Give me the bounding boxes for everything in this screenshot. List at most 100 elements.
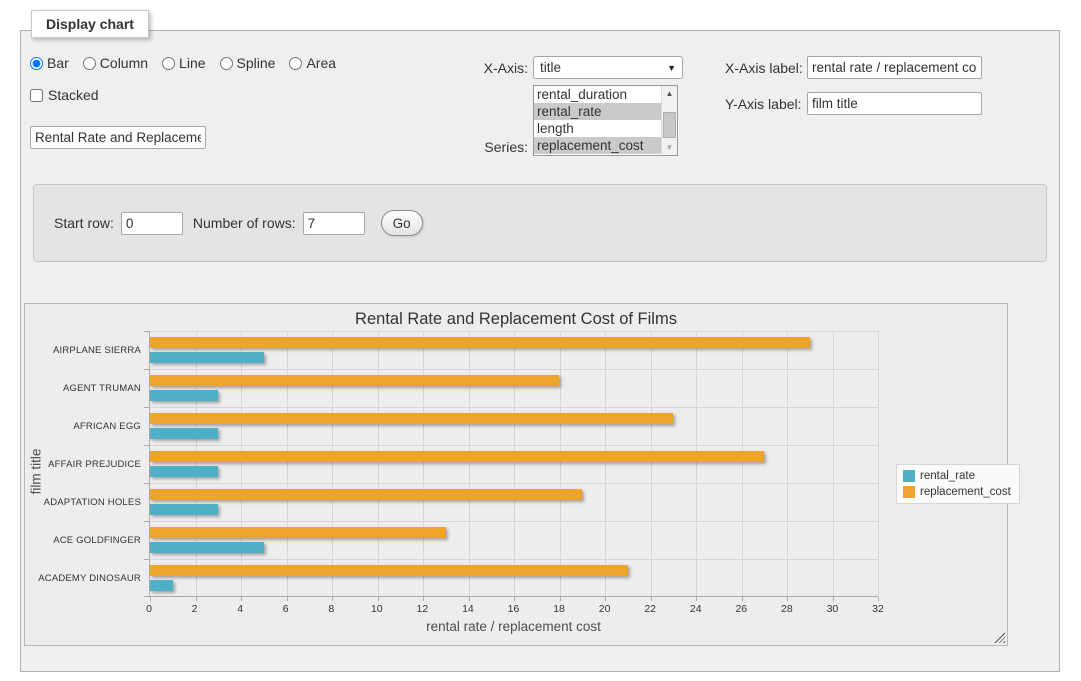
stacked-checkbox[interactable] <box>30 89 43 102</box>
x-tick-label: 18 <box>553 603 565 615</box>
resize-handle-icon[interactable] <box>994 632 1005 643</box>
scrollbar-thumb[interactable] <box>663 112 676 138</box>
legend-swatch <box>903 470 915 482</box>
x-tick-label: 4 <box>237 603 243 615</box>
chart-type-option-label: Column <box>100 55 148 71</box>
bar-replacement_cost <box>150 565 628 576</box>
chart-type-option-bar[interactable]: Bar <box>30 55 69 71</box>
x-tick-label: 10 <box>371 603 383 615</box>
bar-replacement_cost <box>150 337 810 348</box>
bar-group <box>150 483 878 521</box>
series-label: Series: <box>480 139 528 155</box>
chart-type-radio-column[interactable] <box>83 57 96 70</box>
bar-rental_rate <box>150 504 218 515</box>
bar-group <box>150 521 878 559</box>
series-listbox-options: rental_durationrental_ratelengthreplacem… <box>534 86 661 155</box>
chart-type-option-column[interactable]: Column <box>83 55 148 71</box>
scroll-up-icon[interactable]: ▲ <box>662 86 677 101</box>
x-axis-title: rental rate / replacement cost <box>149 619 878 634</box>
chart-type-option-area[interactable]: Area <box>289 55 336 71</box>
fieldset-legend: Display chart <box>31 10 149 38</box>
chart-legend-items: rental_rate replacement_cost <box>896 464 1020 504</box>
x-axis-label-input[interactable] <box>807 56 982 79</box>
y-axis-label-input[interactable] <box>807 92 982 115</box>
y-category-label: ACADEMY DINOSAUR <box>25 559 141 597</box>
chart-title-input[interactable] <box>30 126 206 149</box>
chart-type-option-label: Bar <box>47 55 69 71</box>
x-axis-tickmark <box>332 597 333 601</box>
bar-rental_rate <box>150 352 264 363</box>
x-tick-label: 2 <box>192 603 198 615</box>
x-tick-label: 0 <box>146 603 152 615</box>
chart-type-radios: Bar Column Line Spline Area <box>30 55 336 71</box>
series-option-length[interactable]: length <box>534 120 661 137</box>
x-axis-tickmark <box>423 597 424 601</box>
chart-type-radio-bar[interactable] <box>30 57 43 70</box>
legend-label: rental_rate <box>920 470 975 482</box>
x-tick-label: 32 <box>872 603 884 615</box>
x-axis-tickmark <box>560 597 561 601</box>
start-row-input[interactable] <box>121 212 183 235</box>
x-axis-tickmark <box>833 597 834 601</box>
x-axis-tickmark <box>241 597 242 601</box>
legend-item-rental_rate[interactable]: rental_rate <box>903 470 1011 482</box>
x-axis-tickmark <box>150 597 151 601</box>
rows-controls-box: Start row: Number of rows: Go <box>33 184 1047 262</box>
x-tick-labels: 02468101214161820222426283032 <box>149 603 878 617</box>
x-axis-tickmark <box>196 597 197 601</box>
chart-type-option-spline[interactable]: Spline <box>220 55 276 71</box>
bar-replacement_cost <box>150 527 446 538</box>
x-tick-label: 30 <box>827 603 839 615</box>
select-dropdown-arrow-icon: ▼ <box>667 63 676 73</box>
listbox-scrollbar[interactable]: ▲ ▼ <box>661 86 677 155</box>
bar-rental_rate <box>150 580 173 591</box>
x-tick-label: 28 <box>781 603 793 615</box>
bar-replacement_cost <box>150 489 582 500</box>
x-axis-tickmark <box>287 597 288 601</box>
x-axis-select-label: X-Axis: <box>480 60 528 76</box>
legend-label: replacement_cost <box>920 486 1011 498</box>
x-tick-label: 26 <box>735 603 747 615</box>
x-tick-label: 20 <box>599 603 611 615</box>
series-option-rental_duration[interactable]: rental_duration <box>534 86 661 103</box>
legend-item-replacement_cost[interactable]: replacement_cost <box>903 486 1011 498</box>
y-category-label: AIRPLANE SIERRA <box>25 331 141 369</box>
bar-group <box>150 331 878 369</box>
chart-type-option-label: Spline <box>237 55 276 71</box>
x-axis-select[interactable]: title ▼ <box>533 56 683 79</box>
series-listbox[interactable]: rental_durationrental_ratelengthreplacem… <box>533 85 678 156</box>
x-axis-tickmark <box>469 597 470 601</box>
display-chart-fieldset: Display chart BarColumnLineSplineArea St… <box>20 30 1060 672</box>
series-option-replacement_cost[interactable]: replacement_cost <box>534 137 661 154</box>
x-tick-label: 14 <box>462 603 474 615</box>
y-axis-caption: Y-Axis label: <box>725 96 802 112</box>
bar-replacement_cost <box>150 451 764 462</box>
chart-type-radio-spline[interactable] <box>220 57 233 70</box>
x-tick-label: 8 <box>328 603 334 615</box>
stacked-option[interactable]: Stacked <box>30 87 99 103</box>
bar-rental_rate <box>150 542 264 553</box>
go-button[interactable]: Go <box>381 210 423 236</box>
legend-swatch <box>903 486 915 498</box>
start-row-label: Start row: <box>54 215 114 231</box>
y-category-label: AFRICAN EGG <box>25 407 141 445</box>
x-axis-tickmark <box>605 597 606 601</box>
chart-type-radio-line[interactable] <box>162 57 175 70</box>
chart-type-radio-area[interactable] <box>289 57 302 70</box>
bar-rental_rate <box>150 390 218 401</box>
chart-type-option-line[interactable]: Line <box>162 55 205 71</box>
bar-group <box>150 407 878 445</box>
plot-area <box>149 331 878 597</box>
bar-group <box>150 559 878 597</box>
gridline-vertical <box>878 331 879 596</box>
chart-title: Rental Rate and Replacement Cost of Film… <box>25 310 1007 329</box>
x-axis-tickmark <box>878 597 879 601</box>
num-rows-input[interactable] <box>303 212 365 235</box>
y-category-label: ACE GOLDFINGER <box>25 521 141 559</box>
series-option-rental_rate[interactable]: rental_rate <box>534 103 661 120</box>
bar-group <box>150 445 878 483</box>
x-tick-label: 22 <box>644 603 656 615</box>
scroll-down-icon[interactable]: ▼ <box>662 140 677 155</box>
x-axis-tickmark <box>696 597 697 601</box>
x-axis-tickmark <box>514 597 515 601</box>
